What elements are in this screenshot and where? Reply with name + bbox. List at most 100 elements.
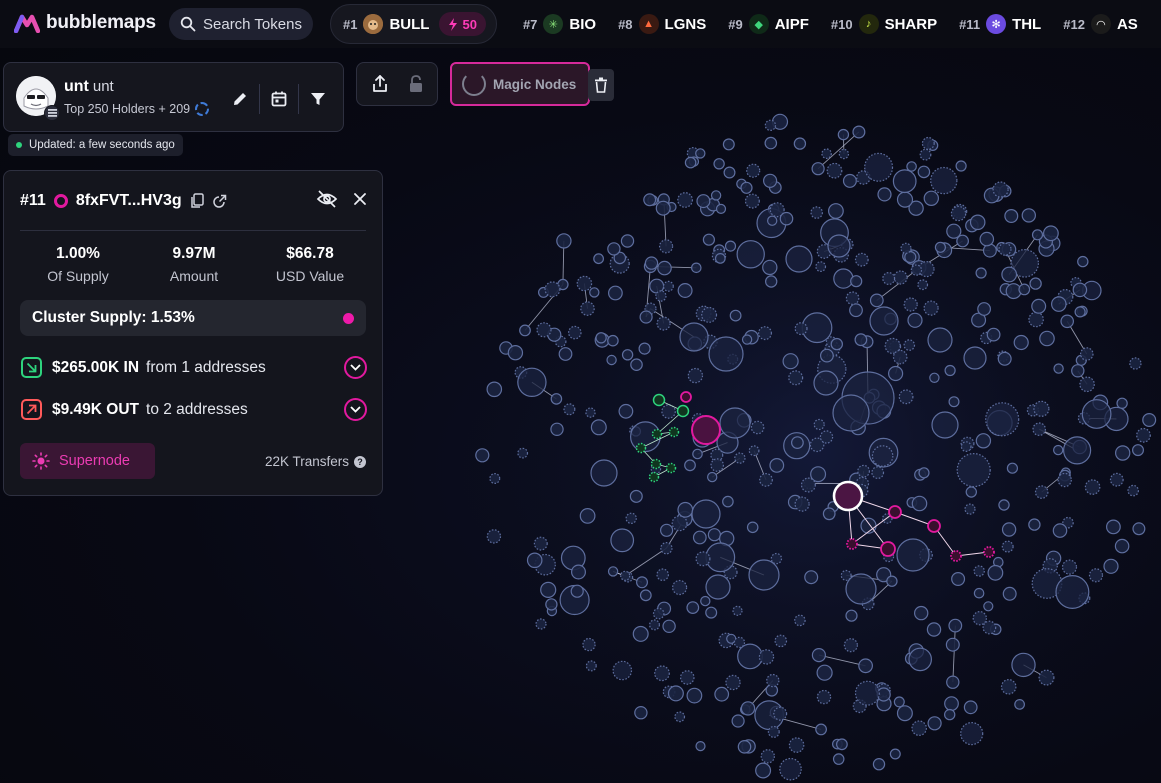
holder-bubble bbox=[985, 402, 1020, 437]
holder-bubble bbox=[1080, 347, 1094, 361]
holder-bubble bbox=[963, 700, 978, 715]
cluster-supply-row[interactable]: Cluster Supply: 1.53% bbox=[20, 300, 366, 336]
holder-bubble bbox=[951, 571, 966, 586]
magic-nodes-button[interactable]: Magic Nodes bbox=[450, 62, 590, 106]
share-button[interactable] bbox=[371, 74, 389, 94]
ticker-item[interactable]: #9 ◆ AIPF bbox=[728, 14, 809, 34]
magic-nodes-label: Magic Nodes bbox=[493, 76, 577, 92]
holder-bubble bbox=[908, 647, 932, 672]
holder-bubble bbox=[679, 322, 709, 352]
token-card-actions bbox=[227, 84, 331, 114]
help-icon[interactable]: ? bbox=[354, 455, 366, 468]
lock-button[interactable] bbox=[408, 74, 424, 94]
holder-bubble bbox=[794, 614, 806, 627]
stat-amount: 9.97M Amount bbox=[136, 245, 252, 284]
holder-bubble bbox=[982, 620, 997, 635]
holder-bubble bbox=[692, 448, 703, 460]
holder-bubble bbox=[1028, 518, 1041, 531]
ticker-item[interactable]: #12 ◠ AS bbox=[1063, 14, 1138, 34]
holder-bubble bbox=[740, 181, 753, 194]
eye-off-icon[interactable] bbox=[316, 190, 338, 208]
loading-spinner-icon bbox=[195, 102, 210, 116]
holder-bubble bbox=[649, 278, 665, 294]
holder-bubble bbox=[896, 191, 914, 208]
holder-bubble bbox=[1029, 277, 1042, 290]
holder-bubble bbox=[536, 322, 552, 338]
holder-bubble bbox=[634, 706, 648, 720]
holder-bubble bbox=[1051, 296, 1067, 312]
holder-bubble bbox=[748, 445, 760, 457]
holder-bubble bbox=[686, 687, 703, 704]
brand[interactable]: bubblemaps bbox=[14, 12, 156, 34]
holder-bubble bbox=[892, 169, 917, 194]
holder-bubble bbox=[722, 138, 735, 151]
holder-bubble bbox=[857, 464, 870, 478]
ticker-item[interactable]: #11 ✻ THL bbox=[959, 14, 1041, 34]
holder-bubble bbox=[593, 253, 604, 265]
holder-bubble bbox=[563, 403, 576, 416]
supernode-button[interactable]: Supernode bbox=[20, 443, 155, 479]
holder-bubble bbox=[767, 725, 780, 738]
supernode-label: Supernode bbox=[59, 453, 130, 469]
calendar-button[interactable] bbox=[266, 86, 292, 112]
holder-bubble bbox=[517, 447, 529, 459]
holder-bubble bbox=[1006, 462, 1019, 474]
ticker-item[interactable]: #8 ▲ LGNS bbox=[618, 14, 706, 34]
cluster-bubble-pink bbox=[880, 541, 896, 557]
bull-token-icon bbox=[363, 14, 384, 34]
holder-bubble bbox=[662, 619, 676, 634]
outflow-row[interactable]: $9.49K OUT to 2 addresses bbox=[21, 398, 367, 421]
search-tokens-button[interactable]: Search Tokens bbox=[169, 8, 313, 40]
boost-badge[interactable]: 50 bbox=[439, 12, 486, 36]
holder-bubble bbox=[1061, 559, 1078, 575]
filter-button[interactable] bbox=[305, 86, 331, 112]
ticker-featured-item[interactable]: #1 BULL 50 bbox=[330, 4, 497, 44]
holder-bubble bbox=[1001, 540, 1014, 553]
expand-inflow-chevron-down-icon[interactable] bbox=[344, 356, 367, 379]
inflow-row[interactable]: $265.00K IN from 1 addresses bbox=[21, 356, 367, 379]
holder-bubble bbox=[911, 720, 927, 736]
token-logo-icon: ◆ bbox=[748, 14, 769, 34]
holder-bubble bbox=[677, 501, 694, 518]
search-label: Search Tokens bbox=[203, 15, 302, 33]
delete-button[interactable] bbox=[588, 69, 614, 101]
holder-bubble bbox=[816, 664, 833, 681]
holder-bubble bbox=[827, 234, 851, 258]
edit-button[interactable] bbox=[227, 86, 253, 112]
close-icon[interactable] bbox=[352, 191, 368, 207]
holder-bubble bbox=[713, 158, 725, 170]
holder-bubble bbox=[606, 354, 617, 366]
holder-bubble bbox=[671, 515, 688, 532]
ticker-name: BIO bbox=[569, 15, 597, 33]
lightning-icon bbox=[449, 17, 458, 31]
sun-icon bbox=[32, 452, 50, 470]
holder-rank: #11 bbox=[20, 192, 46, 209]
holder-bubble bbox=[929, 372, 940, 383]
transfers-count: 22K Transfers ? bbox=[265, 454, 366, 469]
holder-bubble bbox=[621, 349, 634, 361]
external-link-icon[interactable] bbox=[212, 194, 227, 209]
holder-bubble bbox=[1013, 334, 1029, 351]
stat-supply: 1.00% Of Supply bbox=[20, 245, 136, 284]
expand-outflow-chevron-down-icon[interactable] bbox=[344, 398, 367, 421]
trending-ticker: #1 BULL 50 #7 ✳ BIO #8 ▲ LGNS #9 ◆ AIPF #10 ♪ SHARP… bbox=[330, 4, 1160, 44]
ticker-item[interactable]: #10 ♪ SHARP bbox=[831, 14, 937, 34]
holder-bubble bbox=[732, 605, 743, 616]
copy-icon[interactable] bbox=[190, 193, 204, 209]
holder-bubble bbox=[733, 636, 746, 649]
holder-bubble bbox=[810, 466, 827, 483]
holder-bubble bbox=[656, 316, 671, 331]
holder-bubble bbox=[869, 293, 884, 308]
holder-bubble bbox=[705, 574, 731, 600]
holder-bubble bbox=[945, 637, 960, 652]
holder-bubble bbox=[793, 137, 807, 150]
ticker-item[interactable]: #7 ✳ BIO bbox=[523, 14, 596, 34]
holder-bubble bbox=[737, 643, 763, 670]
holder-bubble bbox=[987, 564, 1004, 581]
holder-bubble bbox=[998, 242, 1012, 256]
holder-bubble bbox=[714, 686, 730, 702]
holder-bubble bbox=[889, 748, 901, 760]
holder-bubble bbox=[910, 264, 923, 276]
holder-bubble bbox=[674, 711, 686, 723]
holder-bubble bbox=[964, 503, 976, 515]
